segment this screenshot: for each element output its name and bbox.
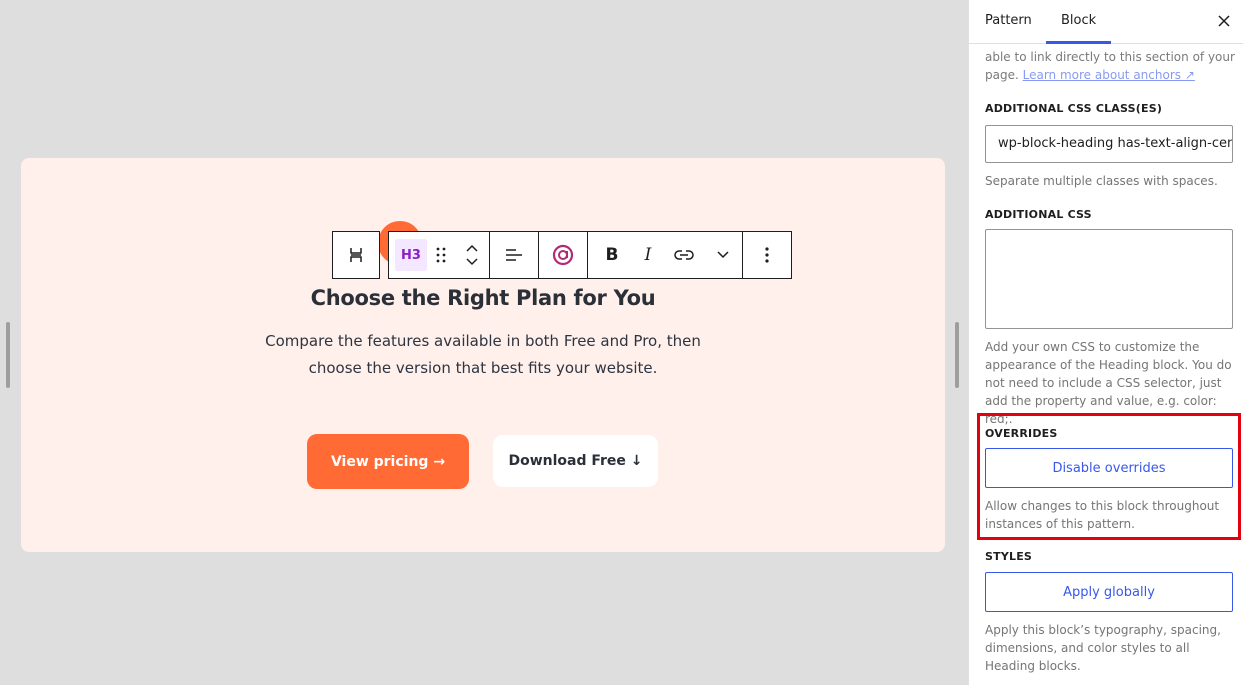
toolbar-group-block: H3 xyxy=(388,231,490,279)
select-parent-icon[interactable] xyxy=(333,232,379,278)
toolbar-group-align xyxy=(489,231,539,279)
toolbar-group-parent xyxy=(332,231,380,279)
align-icon[interactable] xyxy=(490,232,538,278)
plugin-icon[interactable] xyxy=(539,232,587,278)
anchor-help-text: able to link directly to this section of… xyxy=(985,50,1235,82)
toolbar-group-plugin xyxy=(538,231,588,279)
css-classes-input[interactable]: wp-block-heading has-text-align-center xyxy=(985,125,1233,163)
disable-overrides-button[interactable]: Disable overrides xyxy=(985,448,1233,488)
move-up-icon[interactable] xyxy=(465,243,479,253)
css-classes-label: ADDITIONAL CSS CLASS(ES) xyxy=(985,102,1163,115)
bold-icon[interactable]: B xyxy=(588,232,636,278)
options-icon[interactable] xyxy=(743,232,791,278)
styles-label: STYLES xyxy=(985,550,1033,563)
apply-globally-button[interactable]: Apply globally xyxy=(985,572,1233,612)
block-description[interactable]: Compare the features available in both F… xyxy=(240,328,726,382)
toolbar-group-format: B I xyxy=(587,231,743,279)
editor-canvas: H3 B I Choose the Right Plan for You Com… xyxy=(0,0,968,685)
tab-pattern[interactable]: Pattern xyxy=(985,13,1032,28)
download-free-button[interactable]: Download Free ↓ xyxy=(493,435,658,487)
overrides-help: Allow changes to this block throughout i… xyxy=(985,499,1220,531)
sidebar-tabs: Pattern Block xyxy=(969,0,1243,44)
move-buttons xyxy=(455,232,489,278)
left-resize-handle[interactable] xyxy=(6,322,10,388)
link-icon[interactable] xyxy=(660,232,708,278)
settings-sidebar: Pattern Block able to link directly to t… xyxy=(968,0,1243,685)
view-pricing-button[interactable]: View pricing → xyxy=(307,434,469,489)
italic-icon[interactable]: I xyxy=(636,232,660,278)
drag-handle-icon[interactable] xyxy=(427,232,455,278)
css-classes-help: Separate multiple classes with spaces. xyxy=(985,174,1218,188)
move-down-icon[interactable] xyxy=(465,257,479,267)
block-heading[interactable]: Choose the Right Plan for You xyxy=(0,286,966,310)
tab-block[interactable]: Block xyxy=(1061,13,1096,28)
right-resize-handle[interactable] xyxy=(955,322,959,388)
overrides-label: OVERRIDES xyxy=(985,427,1058,440)
active-tab-indicator xyxy=(1046,41,1111,44)
styles-help: Apply this block’s typography, spacing, … xyxy=(985,623,1221,673)
toolbar-group-options xyxy=(742,231,792,279)
block-toolbar: H3 B I xyxy=(332,231,792,279)
additional-css-textarea[interactable] xyxy=(985,229,1233,329)
additional-css-label: ADDITIONAL CSS xyxy=(985,208,1092,221)
heading-level-button[interactable]: H3 xyxy=(395,239,427,271)
close-icon[interactable] xyxy=(1217,10,1231,33)
learn-more-anchors-link[interactable]: Learn more about anchors ↗ xyxy=(1023,68,1195,82)
more-rich-text-icon[interactable] xyxy=(708,232,738,278)
